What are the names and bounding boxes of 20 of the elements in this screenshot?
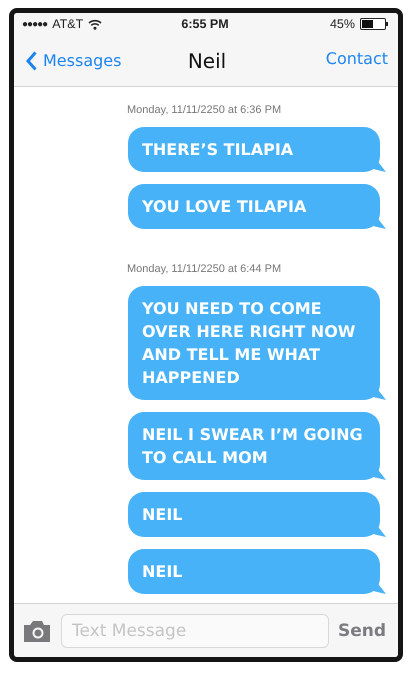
contact-name: Neil bbox=[188, 48, 226, 72]
message-bubble: NEIL bbox=[128, 549, 386, 594]
back-link[interactable]: Messages bbox=[26, 50, 188, 70]
message-bubble: NEIL bbox=[128, 492, 386, 537]
camera-icon[interactable] bbox=[22, 620, 52, 642]
message-bubble: YOU LOVE TILAPIA bbox=[128, 184, 386, 229]
message-bubble: THERE’S TILAPIA bbox=[128, 127, 386, 172]
clock-time: 6:55 PM bbox=[181, 17, 229, 31]
wifi-icon bbox=[88, 18, 102, 30]
message-timestamp: Monday, 11/11/2250 at 6:44 PM bbox=[127, 263, 282, 275]
signal-dots: ●●●●● bbox=[22, 18, 48, 30]
contact-link[interactable]: Contact bbox=[226, 49, 388, 68]
chevron-icon bbox=[26, 50, 37, 70]
battery-icon bbox=[360, 18, 388, 30]
message-bubble: YOU NEED TO COME OVER HERE RIGHT NOW AND TELL ME WHAT HAPPENED bbox=[128, 286, 386, 400]
carrier-name: AT&T bbox=[52, 17, 84, 31]
message-timestamp: Monday, 11/11/2250 at 6:36 PM bbox=[127, 104, 282, 116]
message-bubble: NEIL I SWEAR I’M GOING TO CALL MOM bbox=[128, 412, 386, 480]
send-button[interactable]: Send bbox=[338, 620, 386, 640]
battery-percent: 45% bbox=[330, 17, 355, 31]
